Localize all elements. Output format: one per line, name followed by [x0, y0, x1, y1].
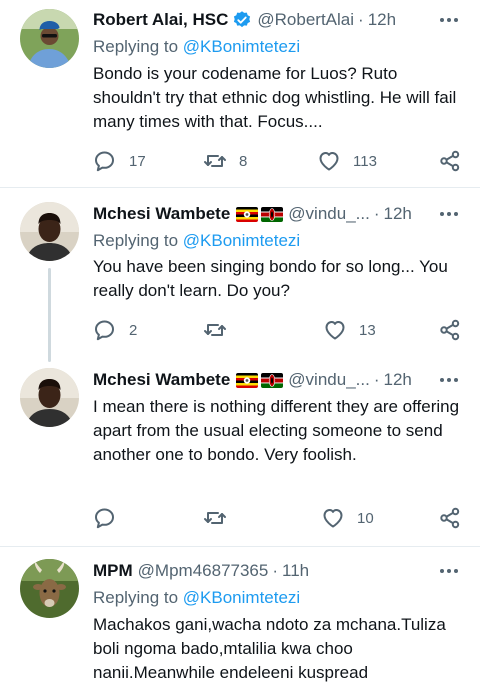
verified-badge-icon	[232, 10, 252, 30]
replying-to-label: Replying to	[93, 37, 183, 56]
more-icon[interactable]	[440, 378, 468, 382]
share-icon	[440, 319, 460, 341]
tweet-header: Mchesi Wambete @vindu_... · 12h	[93, 368, 468, 392]
replying-to-label: Replying to	[93, 588, 183, 607]
tweet-text: Bondo is your codename for Luos? Ruto sh…	[93, 64, 457, 131]
share-icon	[440, 150, 460, 172]
mention-link[interactable]: @KBonimtetezi	[183, 588, 300, 607]
share-icon	[440, 507, 460, 529]
reply-icon	[95, 151, 114, 172]
display-name[interactable]: Mchesi Wambete	[93, 370, 230, 390]
display-name[interactable]: MPM	[93, 561, 133, 581]
flag-emojis	[236, 206, 284, 222]
like-icon	[325, 321, 345, 340]
like-icon	[319, 152, 339, 171]
avatar[interactable]	[20, 559, 79, 618]
timestamp[interactable]: 11h	[282, 561, 309, 581]
separator-dot: ·	[373, 204, 380, 223]
retweet-icon	[204, 155, 226, 167]
tweet[interactable]: MPM @Mpm46877365 · 11h Replying to @KBon…	[0, 547, 480, 687]
tweet-actions: 10	[93, 506, 460, 530]
avatar-image	[20, 368, 79, 427]
like-count: 10	[357, 509, 374, 527]
retweet-icon	[204, 512, 226, 524]
separator-dot: ·	[373, 370, 380, 389]
share-button[interactable]	[438, 318, 462, 342]
tweet[interactable]: Mchesi Wambete @vindu_... · 12h I mean t…	[0, 360, 480, 546]
more-icon[interactable]	[440, 569, 468, 573]
tweet-actions: 2 13	[93, 318, 460, 342]
avatar[interactable]	[20, 202, 79, 261]
tweet-actions: 17 8 113	[93, 149, 460, 173]
reply-button[interactable]	[93, 506, 129, 530]
avatar-image	[20, 559, 79, 618]
tweet-header: Robert Alai, HSC @RobertAlai · 12h	[93, 8, 468, 32]
like-button[interactable]: 13	[323, 318, 376, 342]
handle[interactable]: @vindu_...	[288, 370, 370, 390]
avatar-image	[20, 202, 79, 261]
replying-to: Replying to @KBonimtetezi	[93, 231, 300, 251]
separator-dot: ·	[272, 561, 279, 580]
like-button[interactable]: 113	[317, 149, 377, 173]
tweet[interactable]: Robert Alai, HSC @RobertAlai · 12h Reply…	[0, 0, 480, 187]
handle[interactable]: @RobertAlai	[257, 10, 354, 30]
like-icon	[323, 509, 343, 528]
retweet-button[interactable]	[203, 318, 239, 342]
tweet-text: You have been singing bondo for so long.…	[93, 257, 448, 300]
display-name[interactable]: Mchesi Wambete	[93, 204, 230, 224]
share-button[interactable]	[438, 506, 462, 530]
like-button[interactable]: 10	[321, 506, 374, 530]
timestamp[interactable]: 12h	[384, 204, 412, 224]
mention-link[interactable]: @KBonimtetezi	[183, 231, 300, 250]
retweet-icon	[204, 324, 226, 336]
tweet-header: Mchesi Wambete @vindu_... · 12h	[93, 202, 468, 226]
tweet-text: I mean there is nothing different they a…	[93, 397, 460, 464]
like-count: 113	[353, 152, 377, 170]
handle[interactable]: @vindu_...	[288, 204, 370, 224]
more-icon[interactable]	[440, 18, 468, 22]
more-icon[interactable]	[440, 212, 468, 216]
share-button[interactable]	[438, 149, 462, 173]
replying-to: Replying to @KBonimtetezi	[93, 37, 300, 57]
mention-link[interactable]: @KBonimtetezi	[183, 37, 300, 56]
reply-button[interactable]: 17	[93, 149, 146, 173]
uganda-flag-icon	[236, 372, 259, 388]
reply-icon	[95, 320, 114, 341]
retweet-button[interactable]: 8	[203, 149, 247, 173]
timestamp[interactable]: 12h	[368, 10, 396, 30]
uganda-flag-icon	[236, 206, 259, 222]
avatar[interactable]	[20, 368, 79, 427]
reply-count: 2	[129, 321, 138, 339]
separator-dot: ·	[358, 10, 364, 29]
reply-count: 17	[129, 152, 146, 170]
reply-icon	[95, 508, 114, 529]
replying-to: Replying to @KBonimtetezi	[93, 588, 300, 608]
flag-emojis	[236, 372, 284, 388]
retweet-button[interactable]	[203, 506, 239, 530]
tweet-text: Machakos gani,wacha ndoto za mchana.Tuli…	[93, 615, 446, 682]
kenya-flag-icon	[261, 206, 284, 222]
kenya-flag-icon	[261, 372, 284, 388]
handle[interactable]: @Mpm46877365	[138, 561, 269, 581]
avatar[interactable]	[20, 9, 79, 68]
thread-line	[48, 268, 51, 362]
reply-button[interactable]: 2	[93, 318, 137, 342]
tweet[interactable]: Mchesi Wambete @vindu_... · 12h Replying…	[0, 188, 480, 362]
retweet-count: 8	[239, 152, 248, 170]
display-name[interactable]: Robert Alai, HSC	[93, 10, 228, 30]
replying-to-label: Replying to	[93, 231, 183, 250]
tweet-header: MPM @Mpm46877365 · 11h	[93, 559, 468, 583]
timestamp[interactable]: 12h	[384, 370, 412, 390]
avatar-image	[20, 9, 79, 68]
like-count: 13	[359, 321, 376, 339]
